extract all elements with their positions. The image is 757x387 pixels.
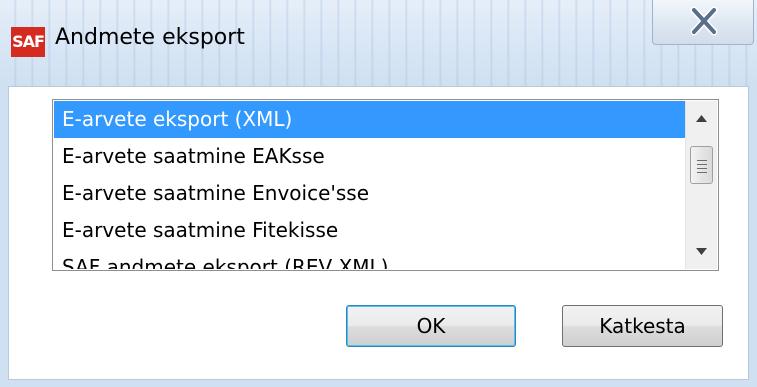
thumb-grip-line <box>697 164 707 165</box>
thumb-grip-line <box>697 172 707 173</box>
scroll-up-button[interactable] <box>686 103 717 133</box>
close-icon <box>690 6 718 36</box>
list-item-saf-data-export-rev-xml[interactable]: SAF andmete eksport (REV XML) <box>54 249 686 269</box>
window-title: Andmete eksport <box>55 25 245 50</box>
list-item-e-invoice-send-envoice[interactable]: E-arvete saatmine Envoice'sse <box>54 175 686 212</box>
dialog-body: E-arvete eksport (XML) E-arvete saatmine… <box>8 86 749 380</box>
list-item-e-invoice-send-eak[interactable]: E-arvete saatmine EAKsse <box>54 138 686 175</box>
close-button[interactable] <box>652 0 754 45</box>
arrow-down-icon <box>696 248 707 255</box>
scroll-thumb[interactable] <box>690 146 713 184</box>
title-bar[interactable]: SAF Andmete eksport <box>0 0 757 86</box>
arrow-up-icon <box>696 115 707 122</box>
cancel-button[interactable]: Katkesta <box>562 305 723 347</box>
list-item-e-invoice-send-fitek[interactable]: E-arvete saatmine Fitekisse <box>54 212 686 249</box>
ok-button[interactable]: OK <box>346 305 516 347</box>
list-item-e-invoice-export-xml[interactable]: E-arvete eksport (XML) <box>54 101 686 138</box>
thumb-grip-line <box>697 160 707 161</box>
saf-logo-icon: SAF <box>11 27 45 57</box>
scroll-down-button[interactable] <box>686 237 717 267</box>
export-type-listbox[interactable]: E-arvete eksport (XML) E-arvete saatmine… <box>52 99 719 271</box>
thumb-grip-line <box>697 168 707 169</box>
listbox-items: E-arvete eksport (XML) E-arvete saatmine… <box>54 101 686 269</box>
vertical-scrollbar[interactable] <box>685 101 717 269</box>
